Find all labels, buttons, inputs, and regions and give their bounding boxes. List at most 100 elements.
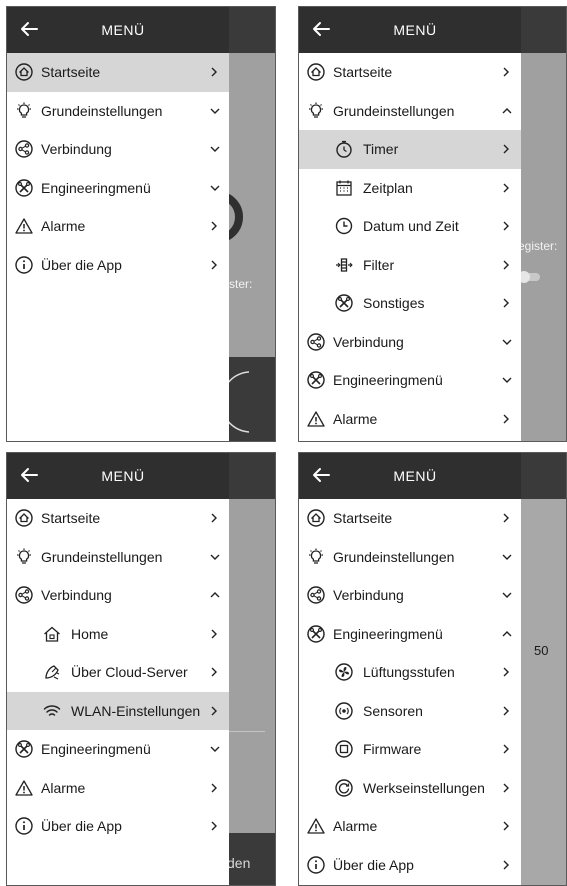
menu-item-sonstiges[interactable]: Sonstiges (299, 284, 521, 323)
menu-item-engineeringmenu[interactable]: Engineeringmenü (299, 615, 521, 654)
chevron-right-icon (501, 220, 515, 232)
menu-item-alarme[interactable]: Alarme (299, 807, 521, 846)
fan-icon (335, 663, 353, 681)
side-menu: MENÜ Startseite Grundeinstellungen Verbind… (7, 453, 229, 885)
chevron-right-icon (501, 297, 515, 309)
side-menu: MENÜ Startseite Grundeinstellungen Verbind… (299, 453, 521, 885)
chevron-right-icon (209, 628, 223, 640)
chevron-right-icon (501, 705, 515, 717)
menu-item-startseite[interactable]: Startseite (7, 53, 229, 92)
menu-item-label: Verbindung (333, 333, 404, 350)
menu-item-label: Grundeinstellungen (333, 102, 455, 119)
menu-title: MENÜ (393, 468, 437, 484)
menu-item-grundeinstellungen[interactable]: Grundeinstellungen (299, 538, 521, 577)
chevron-right-icon (209, 259, 223, 271)
menu-item-label: Startseite (41, 510, 101, 527)
menu-item-alarme[interactable]: Alarme (7, 207, 229, 246)
warning-icon (307, 817, 325, 835)
menu-item-label: Timer (363, 141, 399, 158)
menu-item-timer[interactable]: Timer (299, 130, 521, 169)
menu-item-label: Über die App (41, 256, 122, 273)
background-content: ster: (217, 7, 275, 441)
menu-item-startseite[interactable]: Startseite (299, 499, 521, 538)
warning-icon (15, 779, 33, 797)
warning-icon (15, 217, 33, 235)
tools-icon (307, 625, 325, 643)
menu-item-firmware[interactable]: Firmware (299, 730, 521, 769)
background-value: 50 (534, 643, 549, 658)
menu-item-startseite[interactable]: Startseite (7, 499, 229, 538)
menu-item-label: Über die App (41, 818, 122, 835)
menu-item-label: Grundeinstellungen (41, 102, 163, 119)
chevron-right-icon (501, 143, 515, 155)
menu-item-luftungsstufen[interactable]: Lüftungsstufen (299, 653, 521, 692)
tools-icon (15, 740, 33, 758)
menu-item-engineeringmenu[interactable]: Engineeringmenü (299, 361, 521, 400)
chevron-right-icon (501, 182, 515, 194)
menu-item-alarme[interactable]: Alarme (299, 400, 521, 439)
house-icon (43, 625, 61, 643)
menu-item-home[interactable]: Home (7, 615, 229, 654)
menu-item-filter[interactable]: Filter (299, 246, 521, 285)
chevron-right-icon (501, 666, 515, 678)
menu-item-engineeringmenu[interactable]: Engineeringmenü (7, 169, 229, 208)
menu-item-label: Startseite (41, 64, 101, 81)
chevron-down-icon (209, 106, 223, 116)
background-header (518, 453, 566, 499)
menu-item-grundeinstellungen[interactable]: Grundeinstellungen (299, 92, 521, 131)
menu-item-uber-die-app[interactable]: Über die App (299, 846, 521, 885)
menu-item-label: Grundeinstellungen (41, 548, 163, 565)
menu-item-verbindung[interactable]: Verbindung (299, 323, 521, 362)
menu-item-alarme[interactable]: Alarme (7, 769, 229, 808)
menu-item-uber-cloud-server[interactable]: Über Cloud-Server (7, 653, 229, 692)
menu-item-werkseinstellungen[interactable]: Werkseinstellungen (299, 769, 521, 808)
background-content: 50 (518, 453, 566, 885)
menu-item-label: Werkseinstellungen (363, 779, 485, 796)
menu-item-label: Engineeringmenü (333, 625, 443, 642)
menu-item-label: Startseite (333, 510, 393, 527)
background-header (518, 7, 566, 53)
chevron-right-icon (209, 512, 223, 524)
background-content: register: (514, 7, 566, 441)
menu-item-label: Über die App (333, 856, 414, 873)
menu-item-grundeinstellungen[interactable]: Grundeinstellungen (7, 92, 229, 131)
menu-item-label: Verbindung (41, 587, 112, 604)
menu-header: MENÜ (7, 453, 229, 499)
menu-items: Startseite Grundeinstellungen Verbindung En… (299, 499, 521, 884)
menu-item-uber-die-app[interactable]: Über die App (7, 807, 229, 846)
menu-item-engineeringmenu[interactable]: Engineeringmenü (7, 730, 229, 769)
info-icon (307, 856, 325, 874)
chevron-right-icon (209, 705, 223, 717)
background-footer: den (227, 833, 275, 885)
chevron-right-icon (501, 413, 515, 425)
menu-item-label: Grundeinstellungen (333, 548, 455, 565)
menu-item-label: Alarme (41, 779, 86, 796)
screen-panel-1: ster: MENÜ Startseite Grundeinstellungen V… (6, 6, 276, 442)
screen-panel-3: den MENÜ Startseite Grundeinstellungen Ver… (6, 452, 276, 886)
home-icon (307, 509, 325, 527)
chevron-right-icon (209, 66, 223, 78)
menu-item-startseite[interactable]: Startseite (299, 53, 521, 92)
menu-item-verbindung[interactable]: Verbindung (7, 576, 229, 615)
chevron-down-icon (209, 744, 223, 754)
chevron-right-icon (209, 220, 223, 232)
tools-icon (15, 179, 33, 197)
share-icon (15, 140, 33, 158)
menu-item-label: Sensoren (363, 702, 423, 719)
menu-item-zeitplan[interactable]: Zeitplan (299, 169, 521, 208)
timer-icon (335, 140, 353, 158)
menu-item-verbindung[interactable]: Verbindung (7, 130, 229, 169)
bulb-icon (307, 548, 325, 566)
menu-item-verbindung[interactable]: Verbindung (299, 576, 521, 615)
chevron-up-icon (209, 590, 223, 600)
menu-item-uber-die-app[interactable]: Über die App (7, 246, 229, 285)
menu-item-datum-und-zeit[interactable]: Datum und Zeit (299, 207, 521, 246)
menu-item-grundeinstellungen[interactable]: Grundeinstellungen (7, 538, 229, 577)
menu-item-label: Engineeringmenü (333, 372, 443, 389)
side-menu: MENÜ Startseite Grundeinstellungen Verbind… (7, 7, 229, 441)
calendar-icon (335, 179, 353, 197)
menu-item-sensoren[interactable]: Sensoren (299, 692, 521, 731)
chevron-down-icon (501, 552, 515, 562)
menu-item-label: Alarme (333, 818, 378, 835)
menu-item-wlan-einstellungen[interactable]: WLAN-Einstellungen (7, 691, 229, 730)
